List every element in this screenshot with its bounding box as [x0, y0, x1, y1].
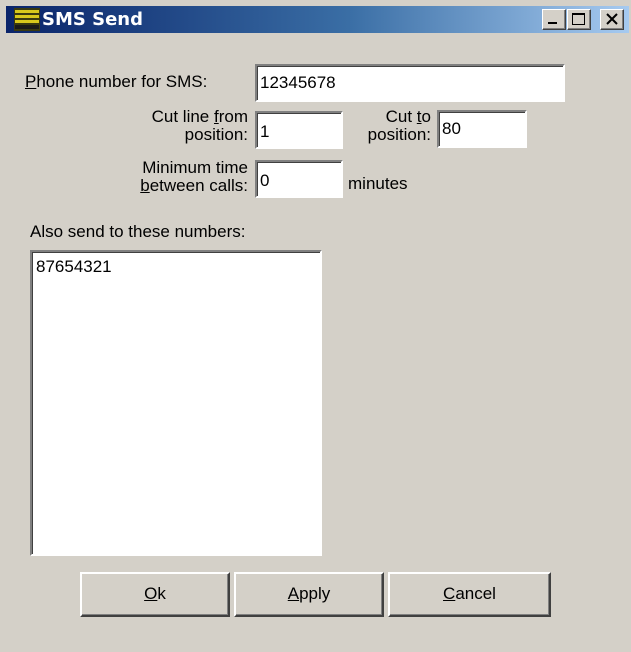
- phone-number-label: Phone number for SMS:: [25, 72, 208, 91]
- minimize-icon: [548, 22, 557, 24]
- apply-button[interactable]: Apply: [234, 572, 384, 617]
- close-icon: [606, 13, 618, 25]
- maximize-button[interactable]: [567, 9, 591, 30]
- min-time-input[interactable]: 0: [255, 160, 343, 198]
- cut-from-label-line1: Cut line from: [151, 107, 248, 126]
- phone-number-input[interactable]: 12345678: [255, 64, 565, 102]
- minimize-button[interactable]: [542, 9, 566, 30]
- min-time-label-line1: Minimum time: [142, 158, 248, 177]
- cancel-button[interactable]: Cancel: [388, 572, 551, 617]
- list-item[interactable]: 87654321: [36, 256, 316, 278]
- minutes-unit-label: minutes: [348, 174, 408, 193]
- cut-to-label-line2: position:: [367, 125, 431, 144]
- min-time-label-line2: between calls:: [140, 176, 248, 195]
- app-logo-icon: [14, 8, 40, 31]
- close-button[interactable]: [600, 9, 624, 30]
- window-title: SMS Send: [42, 9, 143, 30]
- ok-button[interactable]: Ok: [80, 572, 230, 617]
- cut-from-position-input[interactable]: 1: [255, 111, 343, 149]
- also-send-label: Also send to these numbers:: [30, 222, 246, 241]
- cut-from-label-line2: position:: [184, 125, 248, 144]
- sms-send-dialog: SMS Send Phone number for SMS: 12345678 …: [0, 0, 631, 652]
- also-send-numbers-list[interactable]: 87654321: [30, 250, 322, 556]
- cut-to-position-input[interactable]: 80: [437, 110, 527, 148]
- title-bar[interactable]: SMS Send: [6, 6, 629, 33]
- maximize-icon: [572, 13, 585, 25]
- cut-to-label-line1: Cut to: [385, 107, 431, 126]
